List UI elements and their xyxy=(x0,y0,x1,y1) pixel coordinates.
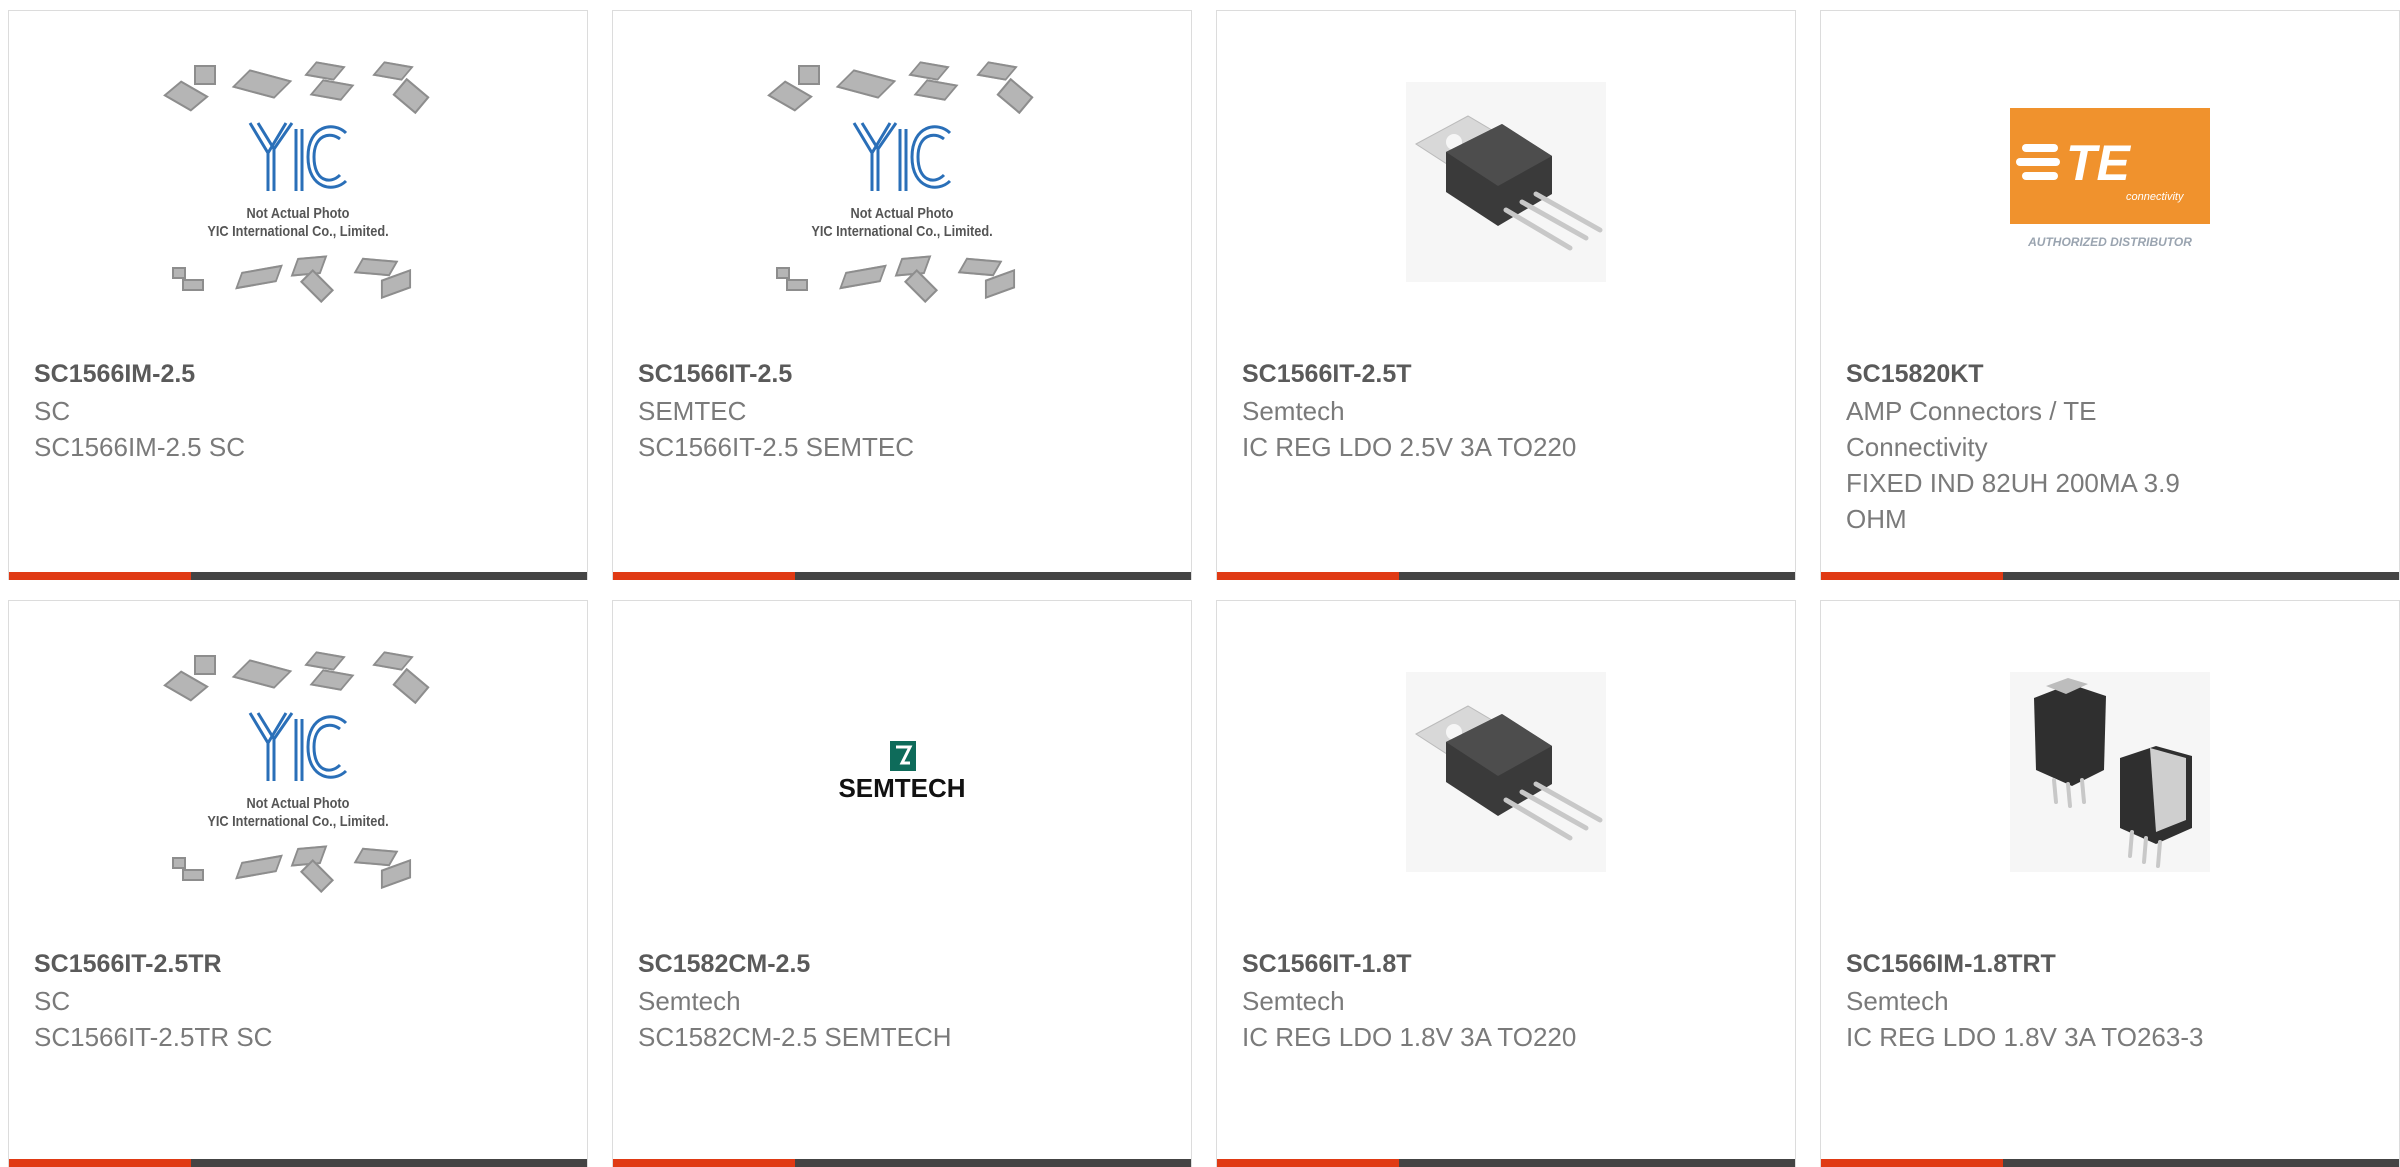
product-card[interactable]: Not Actual Photo YIC International Co., … xyxy=(612,10,1192,580)
card-footer-bar xyxy=(1821,1159,2399,1167)
product-image[interactable] xyxy=(1217,601,1795,943)
manufacturer: Semtech xyxy=(1242,396,1345,426)
part-number[interactable]: SC1566IM-2.5 xyxy=(34,355,562,393)
description: SC1582CM-2.5 SEMTECH xyxy=(638,1022,952,1052)
part-number[interactable]: SC15820KT xyxy=(1846,355,2374,393)
semtech-logo-icon: SEMTECH xyxy=(838,741,966,803)
part-number[interactable]: SC1566IT-2.5TR xyxy=(34,945,562,983)
not-actual-photo-image: Not Actual Photo YIC International Co., … xyxy=(767,61,1036,303)
description: SC1566IT-2.5 SEMTEC xyxy=(638,432,914,462)
product-grid: Not Actual Photo YIC International Co., … xyxy=(0,0,2400,1167)
manufacturer: AMP Connectors / TE Connectivity xyxy=(1846,396,2097,462)
not-actual-photo-image: Not Actual Photo YIC International Co., … xyxy=(163,61,432,303)
yic-logo-icon xyxy=(852,122,952,191)
manufacturer: Semtech xyxy=(638,986,741,1016)
product-image[interactable]: TE connectivity AUTHORIZED DISTRIBUTOR xyxy=(1821,11,2399,353)
card-footer-bar xyxy=(1217,572,1795,580)
not-actual-photo-image: Not Actual Photo YIC International Co., … xyxy=(163,651,432,893)
manufacturer: SC xyxy=(34,396,71,426)
card-footer-bar xyxy=(1821,572,2399,580)
to220-package-image xyxy=(1406,82,1606,282)
yic-logo-icon xyxy=(248,712,348,781)
te-connectivity-logo-icon: TE connectivity AUTHORIZED DISTRIBUTOR xyxy=(2010,108,2210,249)
svg-text:AUTHORIZED DISTRIBUTOR: AUTHORIZED DISTRIBUTOR xyxy=(2027,235,2192,249)
product-image[interactable] xyxy=(1217,11,1795,353)
part-number[interactable]: SC1582CM-2.5 xyxy=(638,945,1166,983)
svg-text:SEMTECH: SEMTECH xyxy=(838,773,965,803)
card-footer-bar xyxy=(9,1159,587,1167)
manufacturer: Semtech xyxy=(1846,986,1949,1016)
manufacturer: SC xyxy=(34,986,71,1016)
card-footer-bar xyxy=(1217,1159,1795,1167)
description: FIXED IND 82UH 200MA 3.9 OHM xyxy=(1846,468,2180,534)
yic-logo-icon xyxy=(248,122,348,191)
description: SC1566IM-2.5 SC xyxy=(34,432,245,462)
part-number[interactable]: SC1566IT-2.5T xyxy=(1242,355,1770,393)
part-number[interactable]: SC1566IT-1.8T xyxy=(1242,945,1770,983)
svg-text:TE: TE xyxy=(2066,135,2132,191)
svg-text:connectivity: connectivity xyxy=(2126,191,2185,203)
product-image[interactable]: Not Actual Photo YIC International Co., … xyxy=(9,11,587,353)
product-card[interactable]: Not Actual Photo YIC International Co., … xyxy=(8,10,588,580)
product-card[interactable]: Not Actual Photo YIC International Co., … xyxy=(8,600,588,1167)
manufacturer: SEMTEC xyxy=(638,396,747,426)
description: SC1566IT-2.5TR SC xyxy=(34,1022,273,1052)
manufacturer: Semtech xyxy=(1242,986,1345,1016)
product-image[interactable]: Not Actual Photo YIC International Co., … xyxy=(613,11,1191,353)
product-card[interactable]: SC1566IM-1.8TRT Semtech IC REG LDO 1.8V … xyxy=(1820,600,2400,1167)
product-image[interactable] xyxy=(1821,601,2399,943)
card-footer-bar xyxy=(613,572,1191,580)
product-card[interactable]: SEMTECH SC1582CM-2.5 Semtech SC1582CM-2.… xyxy=(612,600,1192,1167)
card-footer-bar xyxy=(613,1159,1191,1167)
part-number[interactable]: SC1566IM-1.8TRT xyxy=(1846,945,2374,983)
product-card[interactable]: SC1566IT-1.8T Semtech IC REG LDO 1.8V 3A… xyxy=(1216,600,1796,1167)
description: IC REG LDO 2.5V 3A TO220 xyxy=(1242,432,1577,462)
d2pak-package-image xyxy=(2010,672,2210,872)
product-card[interactable]: TE connectivity AUTHORIZED DISTRIBUTOR S… xyxy=(1820,10,2400,580)
to220-package-image xyxy=(1406,672,1606,872)
description: IC REG LDO 1.8V 3A TO263-3 xyxy=(1846,1022,2204,1052)
card-footer-bar xyxy=(9,572,587,580)
product-image[interactable]: SEMTECH xyxy=(613,601,1191,943)
part-number[interactable]: SC1566IT-2.5 xyxy=(638,355,1166,393)
product-image[interactable]: Not Actual Photo YIC International Co., … xyxy=(9,601,587,943)
product-card[interactable]: SC1566IT-2.5T Semtech IC REG LDO 2.5V 3A… xyxy=(1216,10,1796,580)
description: IC REG LDO 1.8V 3A TO220 xyxy=(1242,1022,1577,1052)
